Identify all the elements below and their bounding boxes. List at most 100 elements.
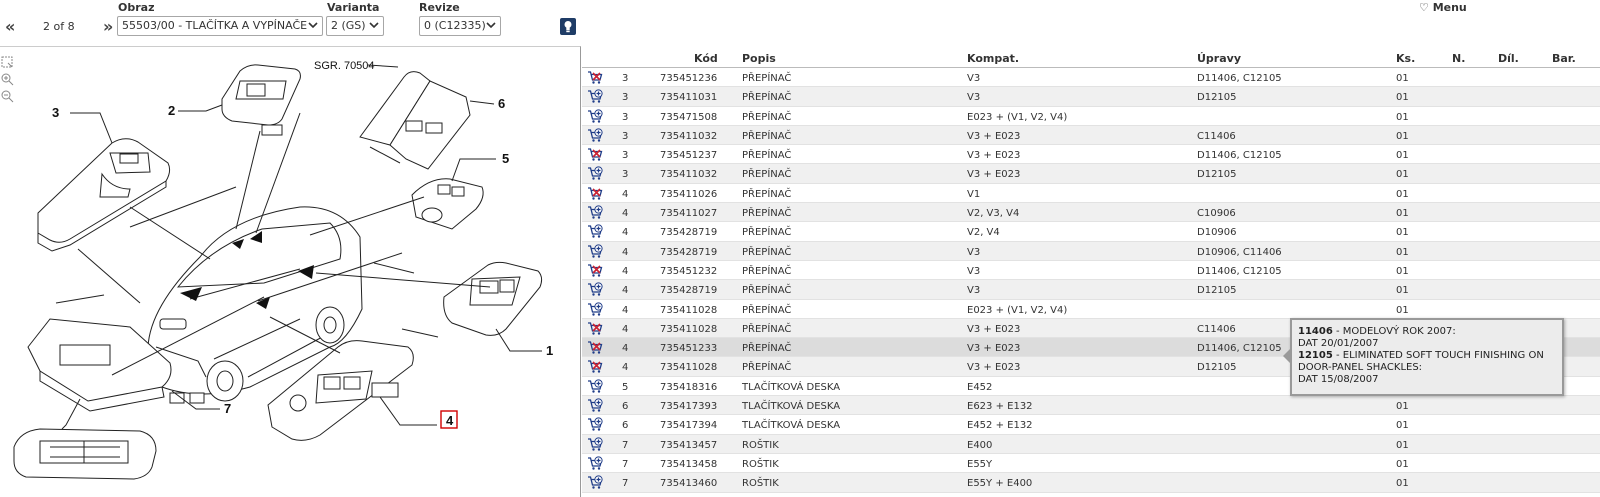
table-row[interactable]: 3 735411032 PŘEPÍNAČ V3 + E023 C11406 01 [582, 125, 1600, 146]
cell-position: 7 [622, 478, 629, 490]
table-row[interactable]: 3 735451237 PŘEPÍNAČ V3 + E023 D11406, C1210… [582, 145, 1600, 165]
cart-unavailable-icon[interactable] [587, 263, 603, 278]
col-header-comp[interactable]: Kompat. [967, 52, 1019, 65]
table-row[interactable]: 6 735417394 TLAČÍTKOVÁ DESKA E452 + E132 01 [582, 415, 1600, 435]
table-body: 3 735451236 PŘEPÍNAČ V3 D11406, C12105 01 3 73… [582, 68, 1600, 493]
cell-compatibility: V3 + E023 [967, 323, 1021, 335]
table-row[interactable]: 3 735451236 PŘEPÍNAČ V3 D11406, C12105 01 [582, 68, 1600, 88]
obraz-select[interactable]: 55503/00 - TLAČÍTKA A VYPÍNAČE [117, 16, 323, 36]
tooltip-line-4: DOOR-PANEL SHACKLES: [1298, 362, 1423, 373]
cell-quantity: 01 [1396, 458, 1409, 470]
cell-compatibility: V2, V4 [967, 227, 1000, 239]
cell-position: 3 [622, 73, 629, 84]
cell-compatibility: V2, V3, V4 [967, 208, 1020, 220]
cell-description: PŘEPÍNAČ [742, 285, 792, 297]
cell-quantity: 01 [1396, 111, 1409, 123]
add-to-cart-icon[interactable] [587, 398, 603, 413]
revize-select[interactable]: 0 (C12335) [419, 16, 501, 36]
table-row[interactable]: 3 735411032 PŘEPÍNAČ V3 + E023 D12105 01 [582, 164, 1600, 184]
add-to-cart-icon[interactable] [587, 108, 603, 124]
cell-quantity: 01 [1396, 92, 1409, 104]
table-row[interactable]: 4 735411028 PŘEPÍNAČ E023 + (V1, V2, V4) 01 [582, 300, 1600, 319]
menu-button[interactable]: ♡ Menu [1419, 1, 1467, 14]
cell-description: ROŠTIK [742, 458, 779, 470]
cell-compatibility: V3 [967, 92, 981, 104]
table-row[interactable]: 7 735413458 ROŠTIK E55Y 01 [582, 454, 1600, 474]
cell-compatibility: V3 + E023 [967, 130, 1021, 142]
cart-unavailable-icon[interactable] [587, 321, 603, 336]
cell-compatibility: V3 + E023 [967, 362, 1021, 374]
cell-code: 735428719 [660, 285, 718, 297]
cell-quantity: 01 [1396, 285, 1409, 297]
cell-quantity: 01 [1396, 188, 1409, 200]
prev-page-button[interactable]: « [5, 17, 15, 36]
add-to-cart-icon[interactable] [587, 417, 603, 432]
table-row[interactable]: 7 735413457 ROŠTIK E400 01 [582, 434, 1600, 454]
cell-modifications: D11406, C12105 [1197, 343, 1282, 355]
table-row[interactable]: 7 735413460 ROŠTIK E55Y + E400 01 [582, 473, 1600, 493]
table-row[interactable]: 4 735451232 PŘEPÍNAČ V3 D11406, C12105 01 [582, 261, 1600, 281]
table-row[interactable]: 4 735411026 PŘEPÍNAČ V1 01 [582, 184, 1600, 204]
cell-code: 735411027 [660, 208, 718, 220]
cell-compatibility: V3 [967, 246, 981, 258]
col-header-qty[interactable]: Ks. [1396, 52, 1415, 65]
add-to-cart-icon[interactable] [587, 379, 603, 394]
cell-compatibility: V3 + E023 [967, 343, 1021, 355]
col-header-bar[interactable]: Bar. [1552, 52, 1576, 65]
cell-code: 735451233 [660, 343, 718, 355]
table-row[interactable]: 3 735411031 PŘEPÍNAČ V3 D12105 01 [582, 87, 1600, 107]
cell-description: PŘEPÍNAČ [742, 169, 792, 181]
add-to-cart-icon[interactable] [587, 205, 603, 220]
add-to-cart-icon[interactable] [587, 244, 603, 259]
add-to-cart-icon[interactable] [587, 456, 603, 471]
tooltip-line-2: DAT 20/01/2007 [1298, 338, 1379, 349]
col-header-dil[interactable]: Díl. [1498, 52, 1519, 65]
callout-5: 5 [502, 151, 509, 166]
cart-unavailable-icon[interactable] [587, 359, 603, 374]
add-to-cart-icon[interactable] [587, 89, 603, 104]
cart-unavailable-icon[interactable] [587, 340, 603, 355]
cell-code: 735411028 [660, 304, 718, 316]
cell-quantity: 01 [1396, 73, 1409, 84]
add-to-cart-icon[interactable] [587, 282, 603, 297]
add-to-cart-icon[interactable] [587, 301, 603, 317]
col-header-desc[interactable]: Popis [742, 52, 776, 65]
col-header-mod[interactable]: Úpravy [1197, 52, 1241, 65]
cell-code: 735413458 [660, 458, 718, 470]
cell-position: 4 [622, 362, 629, 374]
table-row[interactable]: 4 735428719 PŘEPÍNAČ V3 D12105 01 [582, 280, 1600, 300]
cell-modifications: D10906, C11406 [1197, 246, 1282, 258]
table-row[interactable]: 4 735428719 PŘEPÍNAČ V2, V4 D10906 01 [582, 222, 1600, 242]
tooltip-code-2: 12105 [1298, 350, 1333, 361]
tooltip-line-3: 12105 - ELIMINATED SOFT TOUCH FINISHING … [1298, 350, 1556, 362]
cart-unavailable-icon[interactable] [587, 186, 603, 201]
cell-modifications: D11406, C12105 [1197, 265, 1282, 277]
cell-quantity: 01 [1396, 439, 1409, 451]
add-to-cart-icon[interactable] [587, 475, 603, 490]
table-row[interactable]: 6 735417393 TLAČÍTKOVÁ DESKA E623 + E132 01 [582, 396, 1600, 416]
add-to-cart-icon[interactable] [587, 166, 603, 181]
add-to-cart-icon[interactable] [587, 128, 603, 143]
cell-code: 735417394 [660, 420, 718, 432]
next-page-button[interactable]: » [103, 17, 113, 36]
tooltip-line-1: 11406 - MODELOVÝ ROK 2007: [1298, 326, 1556, 338]
cell-quantity: 01 [1396, 227, 1409, 239]
cell-compatibility: V1 [967, 188, 981, 200]
tooltip-line-5: DAT 15/08/2007 [1298, 374, 1379, 385]
add-to-cart-icon[interactable] [587, 224, 603, 239]
cell-position: 4 [622, 285, 629, 297]
col-header-code[interactable]: Kód [694, 52, 718, 65]
callout-2: 2 [168, 103, 175, 118]
lightbulb-button[interactable] [560, 18, 576, 35]
cart-unavailable-icon[interactable] [587, 70, 603, 85]
varianta-select[interactable]: 2 (GS) [326, 16, 384, 36]
add-to-cart-icon[interactable] [587, 437, 603, 452]
callout-4[interactable]: 4 [446, 413, 454, 428]
table-row[interactable]: 3 735471508 PŘEPÍNAČ E023 + (V1, V2, V4) 01 [582, 107, 1600, 126]
cell-compatibility: E452 + E132 [967, 420, 1033, 432]
table-row[interactable]: 4 735428719 PŘEPÍNAČ V3 D10906, C11406 01 [582, 241, 1600, 261]
cart-unavailable-icon[interactable] [587, 147, 603, 162]
table-row[interactable]: 4 735411027 PŘEPÍNAČ V2, V3, V4 C10906 01 [582, 203, 1600, 223]
col-header-n[interactable]: N. [1452, 52, 1465, 65]
cell-compatibility: E023 + (V1, V2, V4) [967, 304, 1068, 316]
